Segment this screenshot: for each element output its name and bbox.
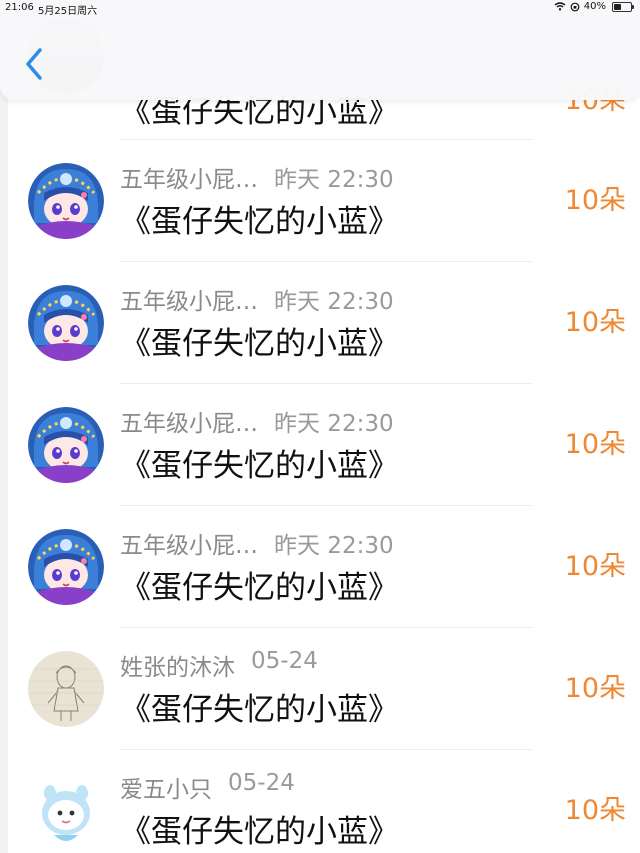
item-username[interactable]: 姓张的沐沐: [120, 648, 235, 682]
item-amount: 10朵: [564, 795, 626, 826]
sketch-avatar-icon[interactable]: [28, 651, 104, 727]
item-amount: 10朵: [564, 185, 626, 216]
battery-icon: [612, 1, 634, 12]
item-amount: 10朵: [564, 551, 626, 582]
back-button[interactable]: [18, 42, 52, 86]
status-date: 5月25日周六: [38, 6, 98, 17]
item-timestamp: 昨天 22:30: [274, 289, 394, 315]
item-title: 《蛋仔失忆的小蓝》: [120, 326, 399, 362]
status-bar: 21:06 5月25日周六 40%: [0, 0, 640, 17]
list-item[interactable]: 爱五小只 05-24 《蛋仔失忆的小蓝》 10朵: [16, 750, 640, 853]
item-title: 《蛋仔失忆的小蓝》: [120, 692, 399, 728]
item-amount: 10朵: [564, 429, 626, 460]
status-right: 40%: [554, 1, 634, 12]
item-username[interactable]: 五年级小屁…: [120, 526, 258, 560]
chevron-left-icon: [26, 48, 42, 80]
item-username[interactable]: 爱五小只: [120, 770, 212, 804]
list-item[interactable]: 五年级小屁… 昨天 22:30 《蛋仔失忆的小蓝》 10朵: [16, 384, 640, 506]
anime-avatar-icon[interactable]: [28, 163, 104, 239]
item-timestamp: 05-24: [228, 770, 295, 796]
item-timestamp: 05-24: [251, 648, 318, 674]
mascot-avatar-icon[interactable]: [28, 773, 104, 849]
battery-fill: [614, 3, 622, 10]
item-username[interactable]: 五年级小屁…: [120, 282, 258, 316]
status-time: 21:06: [5, 2, 34, 13]
item-amount: 10朵: [564, 673, 626, 704]
list-item[interactable]: 五年级小屁… 昨天 22:30 《蛋仔失忆的小蓝》 10朵: [16, 140, 640, 262]
anime-avatar-icon[interactable]: [28, 407, 104, 483]
item-username[interactable]: 五年级小屁…: [120, 160, 258, 194]
orientation-lock-icon: [570, 2, 580, 11]
list-item[interactable]: 五年级小屁… 昨天 22:30 《蛋仔失忆的小蓝》 10朵: [16, 262, 640, 384]
item-title: 《蛋仔失忆的小蓝》: [120, 570, 399, 606]
battery-percent: 40%: [583, 1, 606, 12]
list-item[interactable]: 姓张的沐沐 05-24 《蛋仔失忆的小蓝》 10朵: [16, 628, 640, 750]
item-timestamp: 昨天 22:30: [274, 533, 394, 559]
list-sheet: 《蛋仔失忆的小蓝》 10朵 五年级小屁… 昨天 22:30 《蛋仔失忆的小蓝》 10朵…: [8, 0, 640, 853]
list-item[interactable]: 五年级小屁… 昨天 22:30 《蛋仔失忆的小蓝》 10朵: [16, 506, 640, 628]
anime-avatar-icon[interactable]: [28, 285, 104, 361]
item-amount: 10朵: [564, 307, 626, 338]
item-title: 《蛋仔失忆的小蓝》: [120, 204, 399, 240]
anime-avatar-icon[interactable]: [28, 529, 104, 605]
item-title: 《蛋仔失忆的小蓝》: [120, 814, 399, 850]
wifi-icon: [554, 2, 566, 11]
item-title: 《蛋仔失忆的小蓝》: [120, 448, 399, 484]
item-username[interactable]: 五年级小屁…: [120, 404, 258, 438]
item-timestamp: 昨天 22:30: [274, 167, 394, 193]
item-timestamp: 昨天 22:30: [274, 411, 394, 437]
